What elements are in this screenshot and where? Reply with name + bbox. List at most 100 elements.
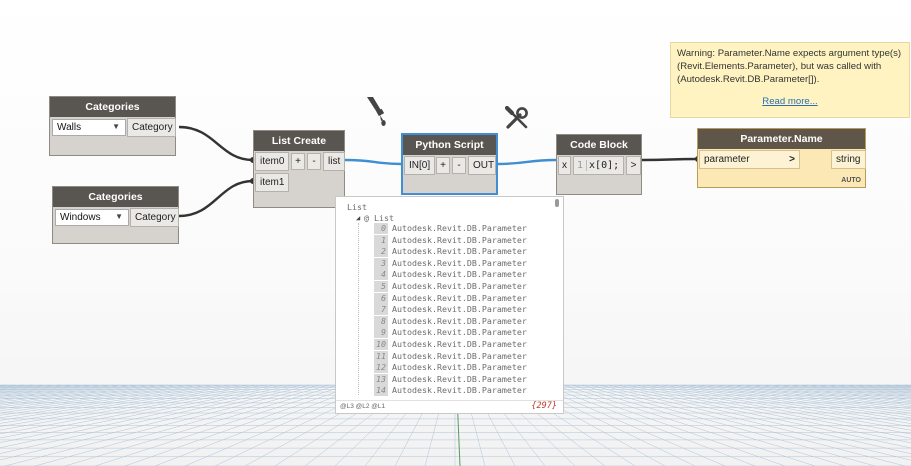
item-value: Autodesk.Revit.DB.Parameter (392, 350, 527, 361)
list-item: 13 Autodesk.Revit.DB.Parameter (374, 373, 527, 385)
item-index: 13 (374, 373, 388, 385)
item-index: 8 (374, 315, 388, 327)
item-value: Autodesk.Revit.DB.Parameter (392, 327, 527, 338)
add-input-button[interactable]: + (291, 153, 305, 170)
remove-input-button[interactable]: - (452, 157, 466, 174)
output-port-out[interactable]: OUT (468, 156, 496, 175)
list-item: 12 Autodesk.Revit.DB.Parameter (374, 362, 527, 374)
item-value: Autodesk.Revit.DB.Parameter (392, 246, 527, 257)
item-index: 14 (374, 385, 388, 397)
item-value: Autodesk.Revit.DB.Parameter (392, 304, 527, 315)
line-number: 1 (574, 160, 588, 171)
input-port-item1[interactable]: item1 (255, 173, 289, 192)
add-input-button[interactable]: + (436, 157, 450, 174)
categories-node-walls[interactable]: Categories Walls ▼ Category (49, 96, 176, 156)
wrench-screwdriver-icon[interactable] (505, 106, 529, 130)
wire-codeblock-to-parameter[interactable] (641, 157, 699, 162)
preview-bubble[interactable]: List ◢ @ List 0 Autodesk.Revit.DB.Paramet… (335, 196, 564, 414)
remove-input-button[interactable]: - (307, 153, 321, 170)
read-more-link[interactable]: Read more... (677, 95, 903, 108)
chevron-down-icon: ▼ (115, 212, 123, 221)
node-title: Categories (53, 187, 178, 207)
list-item: 8 Autodesk.Revit.DB.Parameter (374, 315, 527, 327)
wire-list-to-python[interactable] (344, 158, 403, 166)
item-value: Autodesk.Revit.DB.Parameter (392, 234, 527, 245)
output-port-list[interactable]: list (323, 152, 345, 171)
code-editor[interactable]: 1 x[0]; (573, 156, 624, 175)
preview-root-label: List (347, 202, 367, 212)
list-item: 3 Autodesk.Revit.DB.Parameter (374, 257, 527, 269)
item-value: Autodesk.Revit.DB.Parameter (392, 292, 527, 303)
python-script-node[interactable]: Python Script IN[0] + - OUT (401, 133, 498, 195)
dropdown-value: Walls (57, 122, 82, 133)
item-index: 10 (374, 339, 388, 350)
list-item: 6 Autodesk.Revit.DB.Parameter (374, 292, 527, 304)
code-text: x[0]; (589, 160, 620, 171)
item-value: Autodesk.Revit.DB.Parameter (392, 223, 527, 233)
list-item: 5 Autodesk.Revit.DB.Parameter (374, 281, 527, 292)
wire-python-to-codeblock[interactable] (496, 158, 557, 166)
dropdown-value: Windows (60, 212, 101, 223)
list-item: 2 Autodesk.Revit.DB.Parameter (374, 246, 527, 258)
pipette-icon[interactable] (364, 95, 390, 127)
parameter-name-node[interactable]: Parameter.Name parameter > string AUTO (697, 128, 866, 188)
item-value: Autodesk.Revit.DB.Parameter (392, 362, 527, 373)
item-index: 6 (374, 292, 388, 304)
input-port-parameter[interactable]: parameter > (699, 150, 800, 169)
item-index: 12 (374, 362, 388, 374)
code-block-node[interactable]: Code Block x 1 x[0]; > (556, 134, 642, 195)
categories-node-windows[interactable]: Categories Windows ▼ Category (52, 186, 179, 244)
item-value: Autodesk.Revit.DB.Parameter (392, 385, 527, 396)
item-value: Autodesk.Revit.DB.Parameter (392, 315, 527, 326)
item-value: Autodesk.Revit.DB.Parameter (392, 373, 527, 384)
item-index: 7 (374, 304, 388, 316)
graph-canvas[interactable]: Categories Walls ▼ Category Categories W… (0, 0, 911, 466)
item-index: 4 (374, 269, 388, 281)
list-item: 0 Autodesk.Revit.DB.Parameter (374, 223, 527, 234)
input-port-in0[interactable]: IN[0] (404, 156, 435, 175)
footer-divider (336, 400, 563, 401)
item-index: 5 (374, 281, 388, 292)
node-title: Parameter.Name (698, 129, 865, 149)
list-levels[interactable]: @L3 @L2 @L1 (340, 403, 385, 410)
item-index: 3 (374, 257, 388, 269)
item-value: Autodesk.Revit.DB.Parameter (392, 339, 527, 349)
collapse-triangle-icon[interactable]: ◢ (356, 214, 360, 222)
item-value: Autodesk.Revit.DB.Parameter (392, 281, 527, 291)
preview-sublist-label: @ List (364, 213, 394, 223)
node-title: Code Block (557, 135, 641, 155)
list-item: 11 Autodesk.Revit.DB.Parameter (374, 350, 527, 362)
port-label: parameter (704, 154, 750, 165)
output-port-category[interactable]: Category (127, 118, 176, 137)
node-title: Python Script (403, 135, 496, 155)
wire-walls-to-item0[interactable] (178, 125, 254, 162)
list-item: 9 Autodesk.Revit.DB.Parameter (374, 327, 527, 339)
category-dropdown[interactable]: Windows ▼ (55, 209, 129, 226)
input-port-item0[interactable]: item0 (255, 152, 289, 171)
item-index: 2 (374, 246, 388, 258)
item-count: {297} (531, 401, 557, 411)
list-create-node[interactable]: List Create item0 + - list item1 (253, 130, 345, 208)
node-title: Categories (50, 97, 175, 117)
list-item: 10 Autodesk.Revit.DB.Parameter (374, 339, 527, 350)
list-item: 4 Autodesk.Revit.DB.Parameter (374, 269, 527, 281)
list-item: 14 Autodesk.Revit.DB.Parameter (374, 385, 527, 397)
input-port-x[interactable]: x (558, 156, 571, 175)
node-title: List Create (254, 131, 344, 151)
output-port-category[interactable]: Category (130, 208, 179, 227)
category-dropdown[interactable]: Walls ▼ (52, 119, 126, 136)
lacing-label[interactable]: AUTO (841, 177, 861, 184)
output-port-string[interactable]: string (831, 150, 866, 169)
output-port[interactable]: > (626, 156, 641, 175)
item-index: 11 (374, 350, 388, 362)
item-index: 9 (374, 327, 388, 339)
chevron-right-icon: > (789, 154, 795, 165)
list-item: 1 Autodesk.Revit.DB.Parameter (374, 234, 527, 246)
item-index: 1 (374, 234, 388, 246)
warning-text: Warning: Parameter.Name expects argument… (677, 48, 902, 85)
list-item: 7 Autodesk.Revit.DB.Parameter (374, 304, 527, 316)
chevron-down-icon: ▼ (112, 122, 120, 131)
item-value: Autodesk.Revit.DB.Parameter (392, 257, 527, 268)
wire-windows-to-item1[interactable] (178, 179, 254, 218)
scrollbar-thumb[interactable] (555, 199, 559, 207)
